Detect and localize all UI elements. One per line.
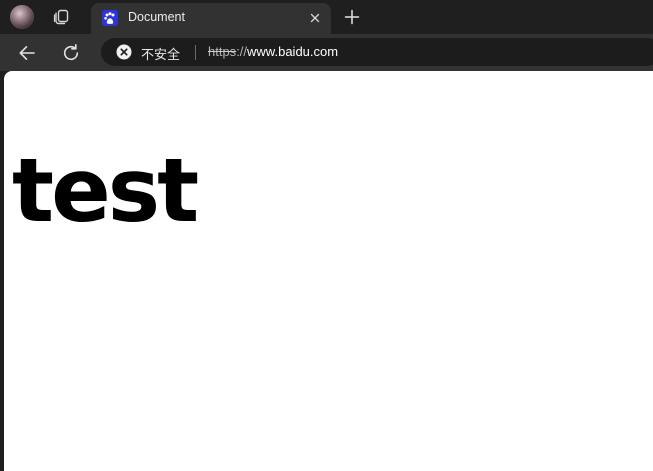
not-secure-icon[interactable] xyxy=(116,44,132,60)
address-bar[interactable]: 不安全 https://www.baidu.com xyxy=(101,38,653,66)
security-status-label[interactable]: 不安全 xyxy=(141,44,180,63)
profile-avatar[interactable] xyxy=(10,5,34,29)
url-text[interactable]: https://www.baidu.com xyxy=(208,44,338,59)
browser-window: Document 不安全 https://www.baidu.com test xyxy=(0,0,653,471)
url-scheme: https xyxy=(208,44,237,59)
tab-title: Document xyxy=(128,10,185,24)
page-heading: test xyxy=(12,139,199,242)
url-separator: :// xyxy=(236,44,248,59)
page-viewport: test xyxy=(4,71,653,471)
omnibox-divider xyxy=(195,45,196,60)
tab-strip: Document xyxy=(0,0,653,34)
workspaces-icon[interactable] xyxy=(52,8,70,26)
refresh-icon[interactable] xyxy=(60,42,82,64)
back-arrow-icon[interactable] xyxy=(16,42,38,64)
close-icon[interactable] xyxy=(307,10,323,26)
baidu-paw-icon xyxy=(102,10,118,26)
navigation-toolbar: 不安全 https://www.baidu.com xyxy=(0,34,653,71)
tab-document[interactable]: Document xyxy=(91,3,331,34)
new-tab-plus-icon[interactable] xyxy=(343,8,361,26)
url-host: www.baidu.com xyxy=(247,44,339,59)
